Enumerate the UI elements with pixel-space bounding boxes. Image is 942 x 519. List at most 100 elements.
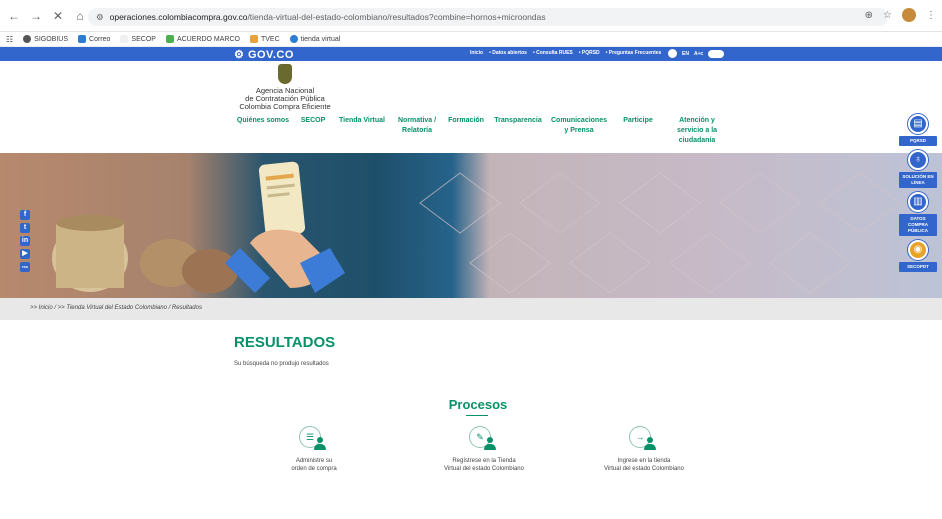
address-bar[interactable]: ⚙ operaciones.colombiacompra.gov.co /tie… — [88, 8, 888, 26]
gov-link-preguntas[interactable]: • Preguntas Frecuentes — [606, 50, 662, 56]
nav-transparencia[interactable]: Transparencia — [490, 116, 546, 146]
proceso-label: Ingrese en la tienda — [617, 458, 671, 464]
gov-link-pqrsd[interactable]: • PQRSD — [579, 50, 600, 56]
results-empty-message: Su búsqueda no produjo resultados — [234, 361, 329, 367]
coat-of-arms-icon — [278, 64, 292, 84]
bookmark-label: TVEC — [260, 35, 280, 43]
nav-atencion[interactable]: Atención y servicio a la ciudadanía — [664, 116, 730, 146]
nav-label: servicio a la — [676, 127, 718, 134]
pqrsd-icon[interactable]: ▤ — [908, 114, 928, 134]
results-title: RESULTADOS — [234, 334, 336, 351]
proceso-administre[interactable]: ☰ Administre su orden de compra — [254, 426, 374, 473]
gov-link-inicio[interactable]: Inicio — [470, 50, 483, 56]
nav-label: Relatoría — [402, 127, 432, 134]
nav-formacion[interactable]: Formación — [442, 116, 490, 146]
bookmark-sigobius[interactable]: SIGOBIUS — [23, 35, 68, 43]
proceso-registrese[interactable]: ✎ Regístrese en la Tienda Virtual del est… — [424, 426, 544, 473]
lightbulb-icon[interactable]: ♁ — [908, 150, 928, 170]
bookmark-secop[interactable]: SECOP — [120, 35, 156, 43]
hero-banner — [0, 153, 942, 298]
nav-label: Quiénes somos — [236, 117, 290, 124]
globe-icon — [289, 35, 298, 43]
rss-icon[interactable]: rss — [20, 262, 30, 272]
stop-loading-icon[interactable]: ✕ — [50, 8, 66, 24]
floating-side-menu: ▤ PQRSD ♁ SOLUCIÓN EN LÍNEA ▥ DATOS COMP… — [898, 114, 938, 276]
proceso-label: Virtual del estado Colombiano — [444, 466, 524, 472]
govco-logo-text: GOV.CO — [247, 49, 294, 61]
nav-label: y Prensa — [564, 127, 594, 134]
facebook-icon[interactable]: f — [20, 210, 30, 220]
bookmark-acuerdo-marco[interactable]: ACUERDO MARCO — [165, 35, 240, 43]
nav-label: Formación — [448, 117, 484, 124]
bookmark-tienda-virtual[interactable]: tienda virtual — [289, 35, 341, 43]
url-host: operaciones.colombiacompra.gov.co — [109, 12, 248, 22]
proceso-icon: → — [629, 426, 659, 456]
nav-normativa[interactable]: Normativa / Relatoría — [392, 116, 442, 146]
zoom-icon[interactable]: ⊕ — [865, 10, 873, 21]
gov-link-datos-abiertos[interactable]: • Datos abiertos — [489, 50, 527, 56]
nav-quienes-somos[interactable]: Quiénes somos — [232, 116, 294, 146]
person-icon — [313, 437, 327, 451]
page-icon — [120, 35, 129, 43]
procesos-title: Procesos — [448, 397, 508, 412]
youtube-icon[interactable]: ▶ — [20, 249, 30, 259]
nav-tienda-virtual[interactable]: Tienda Virtual — [332, 116, 392, 146]
proceso-ingrese[interactable]: → Ingrese en la tienda Virtual del estado… — [584, 426, 704, 473]
url-path: /tienda-virtual-del-estado-colombiano/re… — [247, 12, 546, 22]
side-secopdt-button[interactable]: SECOPDT — [899, 262, 937, 272]
site-info-icon[interactable]: ⚙ — [96, 12, 104, 23]
agency-logo[interactable]: Agencia Nacional de Contratación Pública… — [230, 64, 340, 111]
bookmark-label: Correo — [89, 35, 111, 43]
nav-secop[interactable]: SECOP — [294, 116, 332, 146]
language-toggle[interactable]: EN — [682, 51, 689, 57]
mail-icon — [78, 35, 87, 43]
side-pqrsd-button[interactable]: PQRSD — [899, 136, 937, 146]
proceso-label: Administre su — [295, 458, 333, 464]
nav-label: Normativa / — [397, 117, 437, 124]
govco-mark-icon: ⚙ — [234, 49, 245, 61]
nav-label: Comunicaciones — [550, 117, 607, 124]
forward-arrow-icon[interactable]: → — [28, 8, 44, 24]
proceso-label: Regístrese en la Tienda — [452, 458, 516, 464]
menu-kebab-icon[interactable]: ⋮ — [926, 10, 936, 21]
side-solucion-button[interactable]: SOLUCIÓN EN LÍNEA — [899, 172, 937, 188]
side-datos-button[interactable]: DATOS COMPRA PÚBLICA — [899, 214, 937, 236]
breadcrumb-bar: >> Inicio / >> Tienda Virtual del Estado… — [0, 298, 942, 320]
main-nav: Quiénes somos SECOP Tienda Virtual Norma… — [232, 116, 730, 146]
bookmark-tvec[interactable]: TVEC — [249, 35, 280, 43]
bookmark-star-icon[interactable]: ☆ — [883, 10, 892, 21]
nav-label: Transparencia — [494, 117, 542, 124]
chart-icon[interactable]: ▥ — [908, 192, 928, 212]
procesos-underline — [466, 415, 488, 416]
profile-avatar[interactable] — [902, 8, 916, 22]
banner-pattern — [419, 172, 901, 294]
back-arrow-icon[interactable]: ← — [6, 8, 22, 24]
nav-comunicaciones[interactable]: Comunicaciones y Prensa — [546, 116, 612, 146]
nav-label: SECOP — [300, 117, 326, 124]
gov-link-consulta-rues[interactable]: • Consulta RUES — [533, 50, 573, 56]
person-icon — [483, 437, 497, 451]
nav-participe[interactable]: Participe — [612, 116, 664, 146]
bookmark-label: tienda virtual — [300, 35, 341, 43]
social-links: f t in ▶ rss — [20, 210, 32, 275]
gov-quick-links: Inicio • Datos abiertos • Consulta RUES … — [470, 50, 661, 56]
bookmark-correo[interactable]: Correo — [78, 35, 110, 43]
gov-top-bar: ⚙ GOV.CO Inicio • Datos abiertos • Consu… — [0, 47, 942, 61]
linkedin-icon[interactable]: in — [20, 236, 30, 246]
proceso-icon: ☰ — [299, 426, 329, 456]
home-icon[interactable]: ⌂ — [72, 8, 88, 24]
secop-logo-icon[interactable]: ◉ — [908, 240, 928, 260]
apps-grid-icon[interactable]: ☷ — [6, 35, 13, 44]
proceso-label: orden de compra — [291, 466, 337, 472]
phone-hand-illustration — [225, 161, 345, 293]
contrast-toggle[interactable] — [708, 49, 725, 58]
browser-toolbar: ← → ✕ ⌂ ⚙ operaciones.colombiacompra.gov… — [0, 0, 942, 32]
basket-illustration — [52, 215, 238, 293]
govco-logo[interactable]: ⚙ GOV.CO — [234, 48, 294, 61]
twitter-icon[interactable]: t — [20, 223, 30, 233]
accessibility-icon[interactable] — [668, 49, 677, 58]
agency-line-3: Colombia Compra Eficiente — [239, 102, 331, 111]
breadcrumb[interactable]: >> Inicio / >> Tienda Virtual del Estado… — [30, 305, 202, 311]
banner-illustration — [52, 161, 901, 294]
bookmark-label: ACUERDO MARCO — [176, 35, 240, 43]
